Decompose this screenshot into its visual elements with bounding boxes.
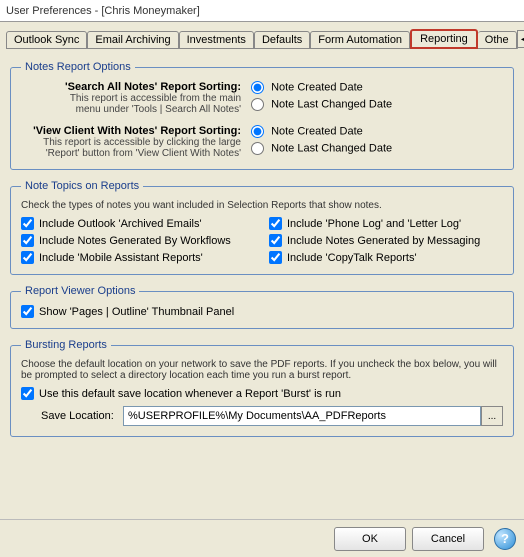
save-location-label: Save Location: [41, 410, 123, 422]
chk-thumbnail-panel[interactable]: Show 'Pages | Outline' Thumbnail Panel [21, 305, 503, 318]
note-topics-legend: Note Topics on Reports [21, 180, 143, 192]
bursting-legend: Bursting Reports [21, 339, 111, 351]
tab-strip: Outlook Sync Email Archiving Investments… [0, 22, 524, 48]
search-all-created-option[interactable]: Note Created Date [251, 81, 392, 94]
bursting-reports-group: Bursting Reports Choose the default loca… [10, 339, 514, 437]
view-client-changed-option[interactable]: Note Last Changed Date [251, 142, 392, 155]
window-titlebar: User Preferences - [Chris Moneymaker] [0, 0, 524, 22]
chk-default-save-location[interactable]: Use this default save location whenever … [21, 387, 503, 400]
view-client-changed-radio[interactable] [251, 142, 264, 155]
cancel-button[interactable]: Cancel [412, 527, 484, 551]
save-location-input[interactable] [123, 406, 481, 426]
browse-button[interactable]: ... [481, 406, 503, 426]
help-icon[interactable]: ? [494, 528, 516, 550]
view-client-title: 'View Client With Notes' Report Sorting: [21, 125, 241, 137]
bursting-desc: Choose the default location on your netw… [21, 359, 503, 381]
notes-report-options-group: Notes Report Options 'Search All Notes' … [10, 61, 514, 170]
search-all-sub2: menu under 'Tools | Search All Notes' [21, 104, 241, 115]
chk-phone-letter-log[interactable]: Include 'Phone Log' and 'Letter Log' [269, 217, 503, 230]
tab-other-truncated[interactable]: Othe [478, 31, 517, 49]
notes-report-legend: Notes Report Options [21, 61, 135, 73]
tab-scroll-left[interactable]: ◄ [517, 30, 524, 48]
tab-investments[interactable]: Investments [179, 31, 254, 49]
tab-defaults[interactable]: Defaults [254, 31, 310, 49]
tab-outlook-sync[interactable]: Outlook Sync [6, 31, 87, 49]
view-client-sub1: This report is accessible by clicking th… [21, 137, 241, 148]
search-all-sub1: This report is accessible from the main [21, 93, 241, 104]
search-all-changed-option[interactable]: Note Last Changed Date [251, 98, 392, 111]
tab-reporting[interactable]: Reporting [410, 29, 478, 49]
chk-copytalk[interactable]: Include 'CopyTalk Reports' [269, 251, 503, 264]
view-client-sub2: 'Report' button from 'View Client With N… [21, 148, 241, 159]
search-all-title: 'Search All Notes' Report Sorting: [21, 81, 241, 93]
view-client-created-radio[interactable] [251, 125, 264, 138]
search-all-created-radio[interactable] [251, 81, 264, 94]
chk-mobile-assistant[interactable]: Include 'Mobile Assistant Reports' [21, 251, 255, 264]
note-topics-desc: Check the types of notes you want includ… [21, 200, 503, 211]
tab-content-reporting: Notes Report Options 'Search All Notes' … [0, 49, 524, 453]
tab-form-automation[interactable]: Form Automation [310, 31, 410, 49]
view-client-created-option[interactable]: Note Created Date [251, 125, 392, 138]
report-viewer-group: Report Viewer Options Show 'Pages | Outl… [10, 285, 514, 329]
search-all-changed-radio[interactable] [251, 98, 264, 111]
chk-workflows[interactable]: Include Notes Generated By Workflows [21, 234, 255, 247]
window-title: User Preferences - [Chris Moneymaker] [6, 5, 200, 17]
dialog-button-bar: OK Cancel ? [0, 519, 524, 557]
ok-button[interactable]: OK [334, 527, 406, 551]
tab-email-archiving[interactable]: Email Archiving [87, 31, 178, 49]
chk-archived-emails[interactable]: Include Outlook 'Archived Emails' [21, 217, 255, 230]
chk-messaging[interactable]: Include Notes Generated by Messaging [269, 234, 503, 247]
report-viewer-legend: Report Viewer Options [21, 285, 139, 297]
note-topics-group: Note Topics on Reports Check the types o… [10, 180, 514, 275]
